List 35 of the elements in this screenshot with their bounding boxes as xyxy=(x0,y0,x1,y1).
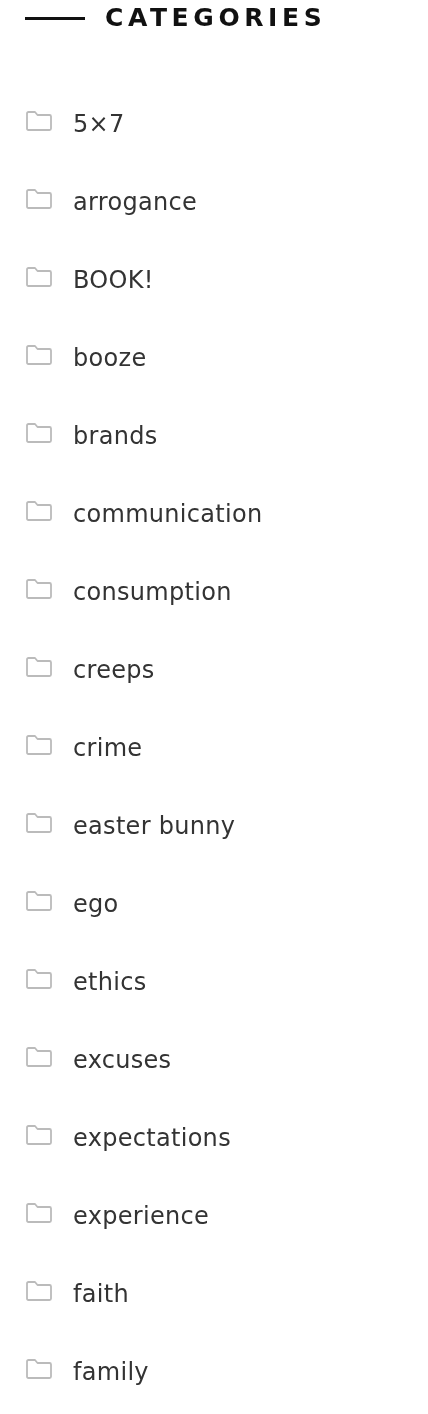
category-link[interactable]: booze xyxy=(73,344,147,372)
folder-icon xyxy=(25,890,53,912)
category-link[interactable]: ego xyxy=(73,890,119,918)
category-link[interactable]: experience xyxy=(73,1202,210,1230)
folder-icon xyxy=(25,344,53,366)
folder-icon xyxy=(25,812,53,834)
folder-icon xyxy=(25,656,53,678)
category-link[interactable]: arrogance xyxy=(73,188,197,216)
category-link[interactable]: ethics xyxy=(73,968,147,996)
folder-icon xyxy=(25,1124,53,1146)
category-link[interactable]: communication xyxy=(73,500,263,528)
category-link[interactable]: easter bunny xyxy=(73,812,236,840)
category-link[interactable]: excuses xyxy=(73,1046,172,1074)
category-link[interactable]: BOOK! xyxy=(73,266,154,294)
folder-icon xyxy=(25,500,53,522)
folder-icon xyxy=(25,1202,53,1224)
category-link[interactable]: faith xyxy=(73,1280,129,1308)
folder-icon xyxy=(25,578,53,600)
category-link[interactable]: family xyxy=(73,1358,149,1386)
category-link[interactable]: crime xyxy=(73,734,143,762)
folder-icon xyxy=(25,422,53,444)
category-link[interactable]: consumption xyxy=(73,578,232,606)
category-link[interactable]: expectations xyxy=(73,1124,231,1152)
folder-icon xyxy=(25,1046,53,1068)
folder-icon xyxy=(25,734,53,756)
category-link[interactable]: creeps xyxy=(73,656,155,684)
folder-icon xyxy=(25,266,53,288)
section-heading: CATEGORIES xyxy=(105,2,327,34)
category-link[interactable]: brands xyxy=(73,422,158,450)
folder-icon xyxy=(25,188,53,210)
folder-icon xyxy=(25,1280,53,1302)
folder-icon xyxy=(25,1358,53,1380)
folder-icon xyxy=(25,968,53,990)
category-link[interactable]: 5×7 xyxy=(73,110,125,138)
folder-icon xyxy=(25,110,53,132)
